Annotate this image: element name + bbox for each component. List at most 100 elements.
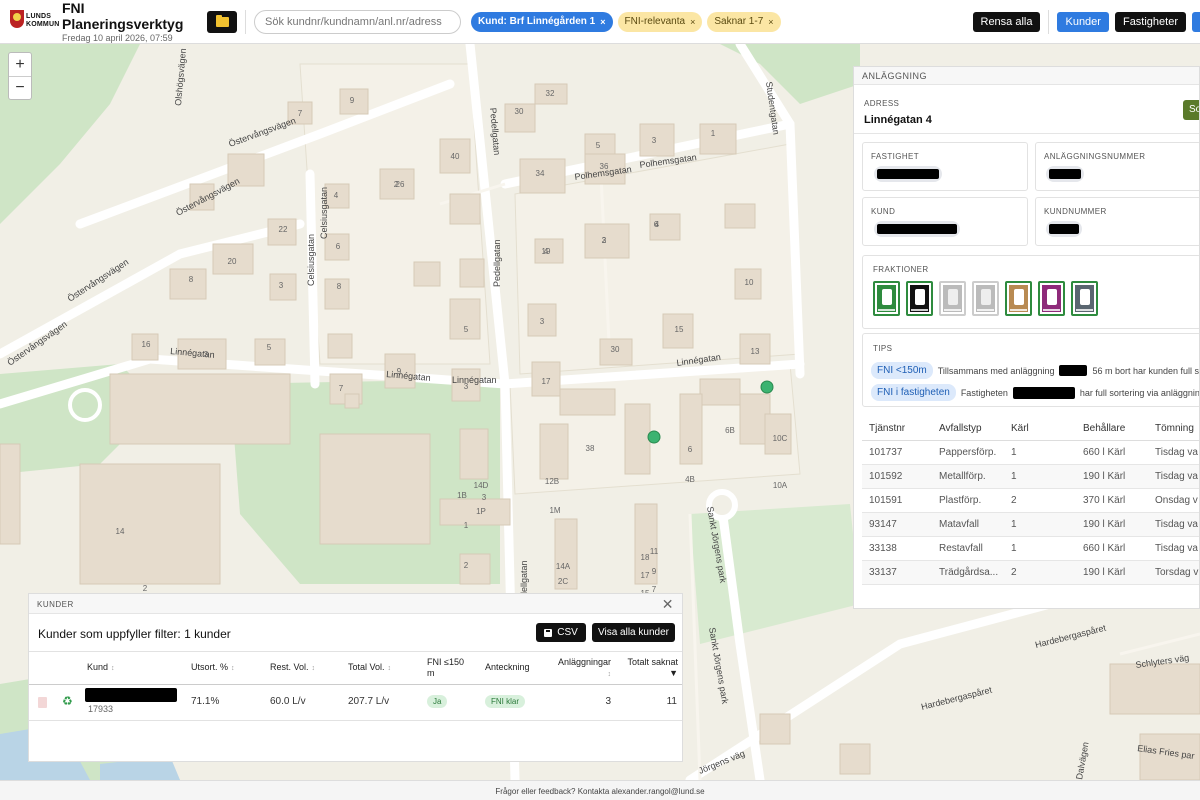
house-number: 7	[339, 384, 344, 393]
house-number: 36	[600, 162, 609, 171]
tip-text: Tillsammans med anläggning	[937, 365, 1055, 376]
house-number: 17	[641, 571, 650, 580]
redacted-facility-number	[1049, 169, 1081, 179]
csv-export-button[interactable]: CSV	[536, 623, 586, 642]
table-row[interactable]: 101737 Pappersförp. 1 660 l Kärl Tisdag va	[862, 440, 1199, 465]
rest-volume-value: 60.0 L/v	[270, 696, 306, 707]
fraction-plastförpackningar[interactable]	[1038, 281, 1065, 316]
column-header-facilities[interactable]: Anläggningar ↕	[553, 657, 611, 680]
table-cell: Metallförp.	[932, 464, 1004, 489]
table-cell: 190 l Kärl	[1076, 464, 1148, 489]
house-number: 1P	[476, 507, 486, 516]
logo-text: LUNDS KOMMUN	[26, 12, 60, 28]
column-header-total[interactable]: Total Vol. ↕	[348, 662, 391, 672]
house-number: 6B	[725, 426, 735, 435]
redacted-property	[877, 169, 939, 179]
house-number: 19	[542, 247, 551, 256]
fraction-matavfall[interactable]	[873, 281, 900, 316]
column-header-fni[interactable]: FNI ≤150 m	[427, 657, 464, 679]
properties-view-button[interactable]: Fastigheter	[1114, 11, 1186, 32]
fraction-pappersförpackningar[interactable]	[1005, 281, 1032, 316]
title-block: FNI Planeringsverktyg Fredag 10 april 20…	[62, 0, 202, 43]
house-number: 38	[586, 444, 595, 453]
close-icon[interactable]: ✕	[662, 596, 674, 613]
zoom-out-button[interactable]: −	[9, 76, 31, 99]
filter-chip-fni-relevant[interactable]: FNI-relevanta ×	[617, 11, 703, 32]
house-number: 8	[337, 282, 342, 291]
redacted-customer	[877, 224, 957, 234]
house-number: 14A	[556, 562, 571, 571]
filter-chip-customer[interactable]: Kund: Brf Linnégården 1 ×	[471, 11, 613, 32]
house-number: 20	[228, 257, 237, 266]
customer-number-label: KUNDNUMMER	[1044, 207, 1107, 216]
table-row[interactable]: 93147 Matavfall 1 190 l Kärl Tisdag va	[862, 512, 1199, 537]
house-number: 9	[350, 96, 355, 105]
column-header-utsort[interactable]: Utsort. % ↕	[191, 662, 235, 672]
services-table: Tjänstnr Avfallstyp Kärl Behållare Tömni…	[862, 417, 1199, 585]
overflow-button[interactable]	[1192, 11, 1200, 32]
zoom-control: + −	[8, 52, 32, 100]
fraction-färgat-glas[interactable]	[939, 281, 966, 316]
redacted-customer-name	[85, 688, 177, 702]
table-row[interactable]: 33137 Trädgårdsa... 2 190 l Kärl Torsdag v	[862, 560, 1199, 585]
fraction-ofärgat-glas[interactable]	[972, 281, 999, 316]
address-value: Linnégatan 4	[864, 114, 932, 126]
open-folder-button[interactable]	[207, 10, 237, 33]
recycle-icon[interactable]: ♻	[62, 695, 76, 708]
table-row[interactable]: 101592 Metallförp. 1 190 l Kärl Tisdag va	[862, 464, 1199, 489]
address-action-button[interactable]: So	[1183, 100, 1199, 120]
zoom-in-button[interactable]: +	[9, 53, 31, 76]
fraction-metallförpackningar[interactable]	[1071, 281, 1098, 316]
table-cell: Trädgårdsa...	[932, 560, 1004, 585]
house-number: 12B	[545, 477, 559, 486]
column-header[interactable]: Kärl	[1004, 417, 1076, 441]
table-cell: Tisdag va	[1148, 464, 1199, 489]
note-badge[interactable]: FNI klar	[485, 695, 525, 708]
street-label: Celsiusgatan	[306, 234, 316, 286]
pdf-icon[interactable]	[38, 697, 47, 708]
show-all-customers-button[interactable]: Visa alla kunder	[592, 623, 675, 642]
clear-all-button[interactable]: Rensa alla	[972, 11, 1041, 32]
remove-filter-icon[interactable]: ×	[768, 17, 773, 27]
divider	[29, 720, 682, 721]
table-cell: Plastförp.	[932, 488, 1004, 513]
search-input[interactable]	[254, 9, 461, 34]
table-cell: Matavfall	[932, 512, 1004, 537]
remove-filter-icon[interactable]: ×	[690, 17, 695, 27]
address-block: ADRESS Linnégatan 4	[864, 99, 932, 126]
column-header[interactable]: Tjänstnr	[862, 417, 932, 441]
filter-chip-label: Kund: Brf Linnégården 1	[478, 16, 596, 27]
table-row[interactable]: 101591 Plastförp. 2 370 l Kärl Onsdag v	[862, 488, 1199, 513]
column-header-rest[interactable]: Rest. Vol. ↕	[270, 662, 315, 672]
house-number: 2	[143, 584, 148, 593]
column-header-missing[interactable]: Totalt saknat ▼	[620, 657, 678, 679]
address-label: ADRESS	[864, 99, 900, 108]
house-number: 3	[540, 317, 545, 326]
facility-marker	[760, 380, 774, 394]
fraction-icon	[1075, 285, 1094, 312]
fraction-restavfall[interactable]	[906, 281, 933, 316]
column-header[interactable]: Behållare	[1076, 417, 1148, 441]
customers-view-button[interactable]: Kunder	[1057, 11, 1109, 32]
house-number: 1B	[457, 491, 467, 500]
column-header[interactable]: Tömning	[1148, 417, 1199, 441]
total-volume-value: 207.7 L/v	[348, 696, 390, 707]
house-number: 4B	[685, 475, 695, 484]
table-row[interactable]: 33138 Restavfall 1 660 l Kärl Tisdag va	[862, 536, 1199, 561]
street-label: Dalvägen	[1074, 741, 1090, 780]
fraction-icon	[1042, 285, 1061, 312]
column-header-note[interactable]: Anteckning	[485, 662, 530, 672]
house-number: 34	[536, 169, 545, 178]
table-cell: 370 l Kärl	[1076, 488, 1148, 513]
table-cell: Tisdag va	[1148, 440, 1199, 465]
customer-number: 17933	[88, 704, 114, 714]
column-header-kund[interactable]: Kund ↕	[87, 662, 115, 672]
house-number: 11	[650, 547, 659, 556]
street-label: Pedellgatan	[488, 107, 502, 155]
filter-chip-missing[interactable]: Saknar 1-7 ×	[707, 11, 781, 32]
app-title: FNI Planeringsverktyg	[62, 0, 184, 32]
column-header[interactable]: Avfallstyp	[932, 417, 1004, 441]
remove-filter-icon[interactable]: ×	[600, 17, 605, 27]
table-cell: Torsdag v	[1148, 560, 1199, 585]
table-cell: Pappersförp.	[932, 440, 1004, 465]
